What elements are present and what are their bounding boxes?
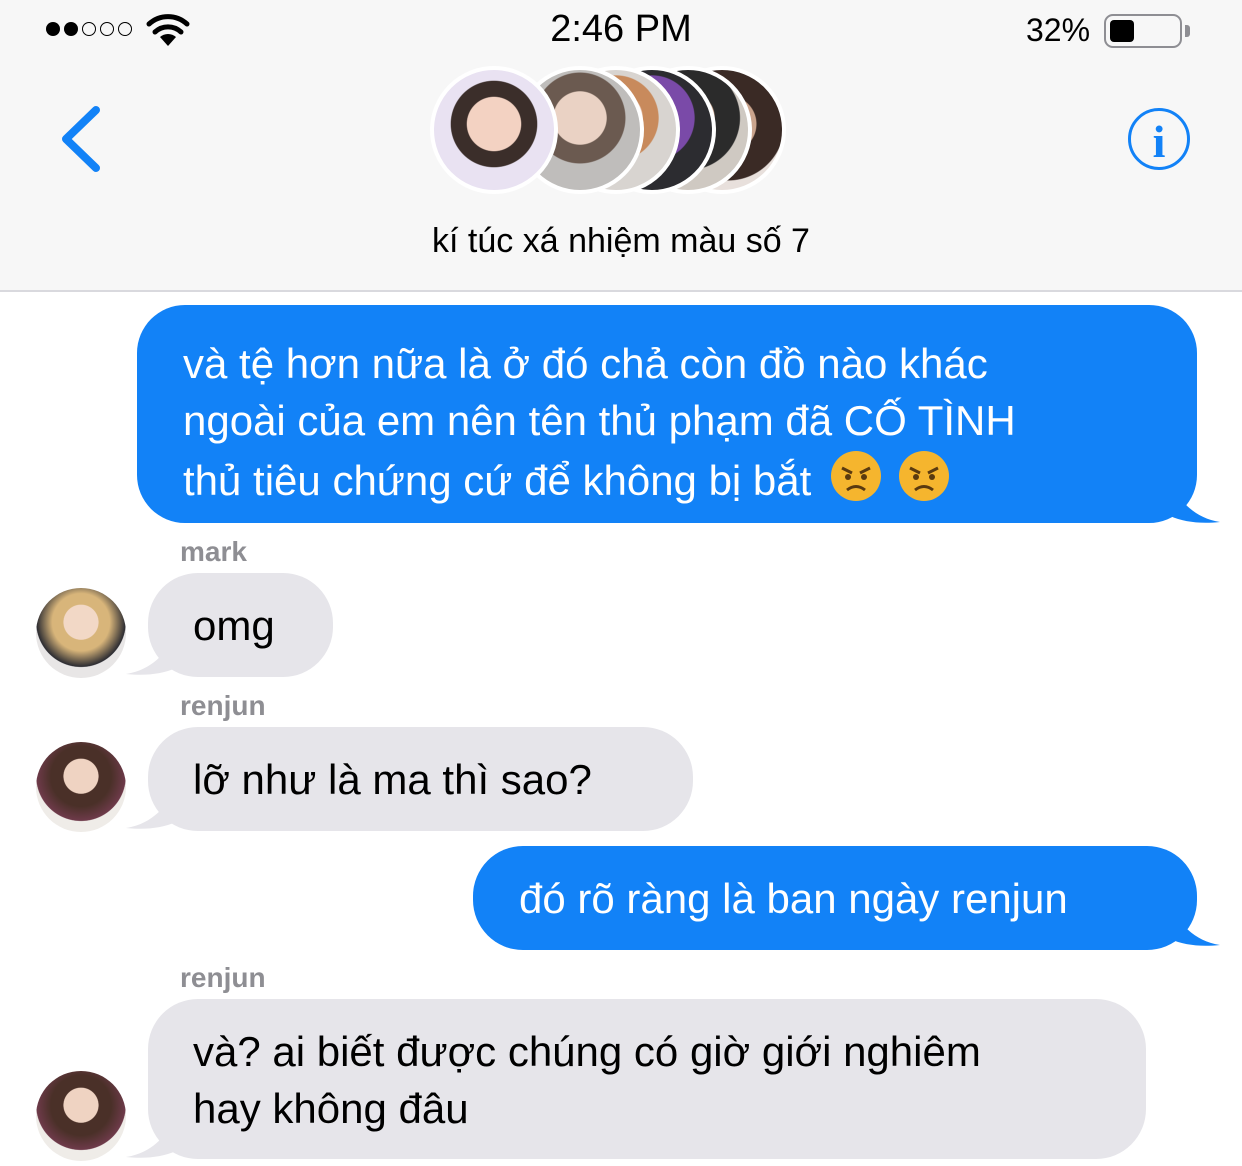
message-line: lỡ như là ma thì sao?: [193, 756, 592, 803]
message-line: thủ tiêu chứng cứ để không bị bắt: [183, 457, 812, 504]
sender-name: renjun: [180, 962, 266, 993]
chevron-left-icon[interactable]: [58, 104, 108, 174]
sender-name: mark: [180, 536, 247, 567]
message-line: và? ai biết được chúng có giờ giới nghiê…: [193, 1028, 981, 1075]
outgoing-message-bubble[interactable]: và tệ hơn nữa là ở đó chả còn đồ nào khá…: [137, 305, 1197, 523]
angry-face-icon: [899, 451, 950, 501]
group-avatar-1: [430, 66, 558, 194]
message-line: omg: [193, 602, 275, 649]
group-name[interactable]: kí túc xá nhiệm màu số 7: [0, 222, 1242, 261]
incoming-message-bubble[interactable]: lỡ như là ma thì sao?: [148, 727, 693, 831]
battery-percent: 32%: [1026, 12, 1091, 48]
status-bar: 2:46 PM 32%: [0, 0, 1242, 62]
bubble-tail: [1170, 480, 1220, 523]
message-line: đó rõ ràng là ban ngày renjun: [519, 875, 1068, 922]
sender-name: renjun: [180, 690, 266, 721]
message-line: hay không đâu: [193, 1085, 469, 1132]
battery-icon: [1104, 14, 1182, 48]
message-line: ngoài của em nên tên thủ phạm đã CỐ TÌNH: [183, 397, 1016, 444]
conversation-header: 2:46 PM 32% i kí túc xá nhiệm màu số 7: [0, 0, 1242, 292]
bubble-tail: [1170, 903, 1220, 946]
group-avatars[interactable]: [430, 66, 790, 194]
sender-avatar[interactable]: [36, 1071, 126, 1161]
outgoing-message-bubble[interactable]: đó rõ ràng là ban ngày renjun: [473, 846, 1197, 950]
info-icon[interactable]: i: [1128, 108, 1190, 170]
sender-avatar[interactable]: [36, 742, 126, 832]
message-line: và tệ hơn nữa là ở đó chả còn đồ nào khá…: [183, 340, 988, 387]
incoming-message-bubble[interactable]: và? ai biết được chúng có giờ giới nghiê…: [148, 999, 1146, 1159]
incoming-message-bubble[interactable]: omg: [148, 573, 333, 677]
battery-cap: [1185, 25, 1190, 37]
angry-face-icon: [831, 451, 882, 501]
sender-avatar[interactable]: [36, 588, 126, 678]
